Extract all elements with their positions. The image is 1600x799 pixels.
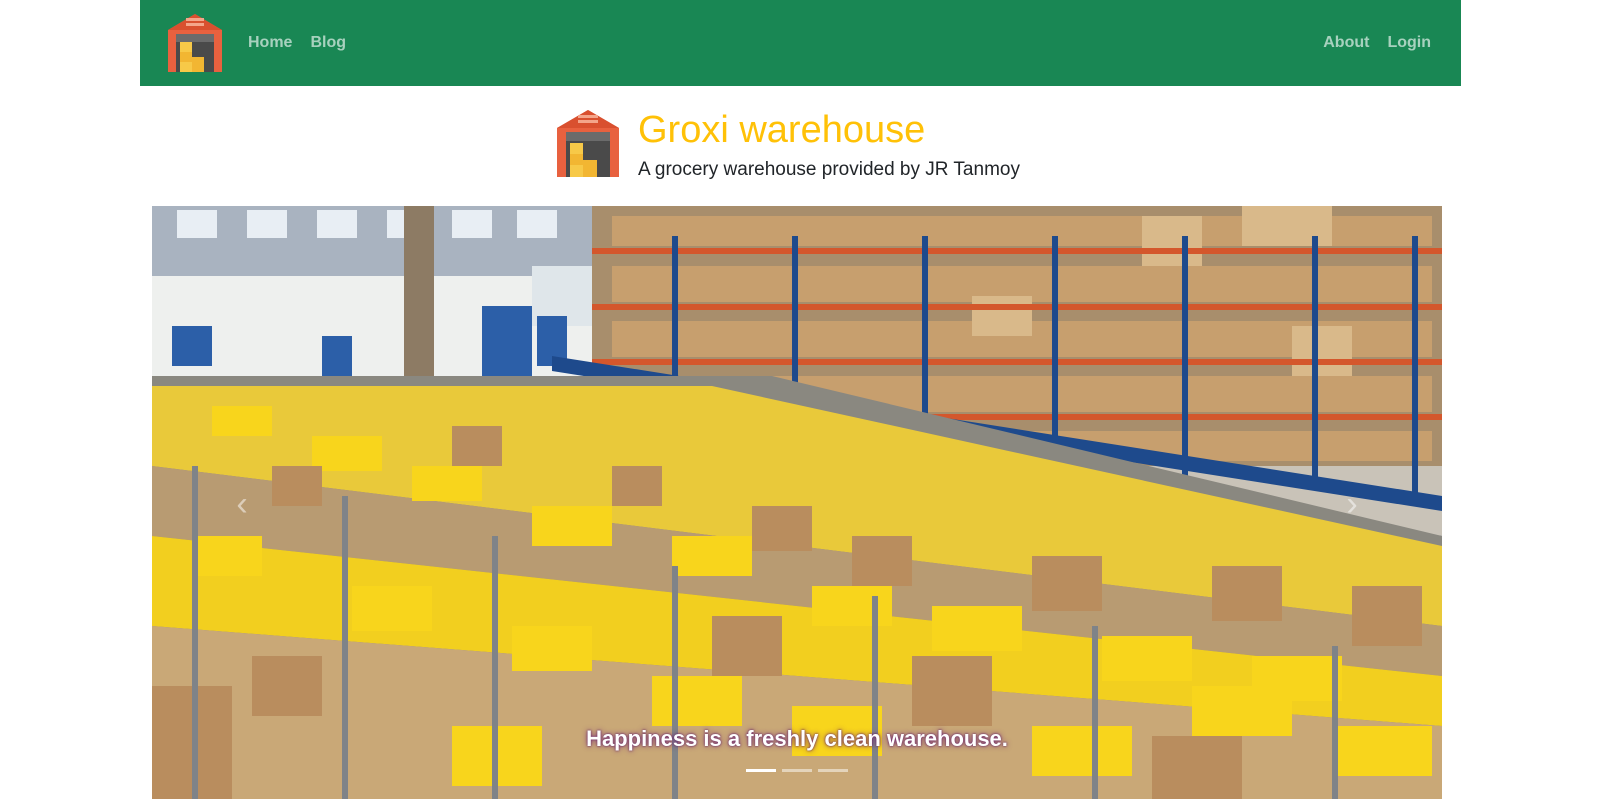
- carousel-caption: Happiness is a freshly clean warehouse.: [586, 726, 1008, 751]
- carousel-indicator-1[interactable]: [746, 769, 776, 772]
- nav-link-about[interactable]: About: [1323, 34, 1369, 52]
- nav-left-links: Home Blog: [248, 0, 346, 86]
- nav-link-login[interactable]: Login: [1387, 34, 1431, 52]
- site-header: Groxi warehouse A grocery warehouse prov…: [554, 108, 1020, 182]
- warehouse-photo: [152, 206, 1442, 799]
- carousel-prev-button[interactable]: ‹: [222, 476, 262, 532]
- page-title: Groxi warehouse: [638, 109, 926, 151]
- chevron-right-icon: ›: [1346, 484, 1358, 523]
- warehouse-icon: [554, 108, 622, 178]
- carousel-indicator-2[interactable]: [782, 769, 812, 772]
- carousel-next-button[interactable]: ›: [1332, 476, 1372, 532]
- carousel-indicators: [152, 769, 1442, 772]
- nav-right-links: About Login: [1323, 0, 1431, 86]
- warehouse-icon[interactable]: [164, 12, 226, 74]
- nav-link-blog[interactable]: Blog: [310, 34, 346, 52]
- navbar: Home Blog About Login: [140, 0, 1461, 86]
- chevron-left-icon: ‹: [236, 484, 248, 523]
- carousel-indicator-3[interactable]: [818, 769, 848, 772]
- header-text: Groxi warehouse A grocery warehouse prov…: [638, 108, 1020, 182]
- hero-carousel: ‹ › Happiness is a freshly clean warehou…: [152, 206, 1442, 799]
- page-subtitle: A grocery warehouse provided by JR Tanmo…: [638, 159, 1020, 180]
- nav-link-home[interactable]: Home: [248, 34, 292, 52]
